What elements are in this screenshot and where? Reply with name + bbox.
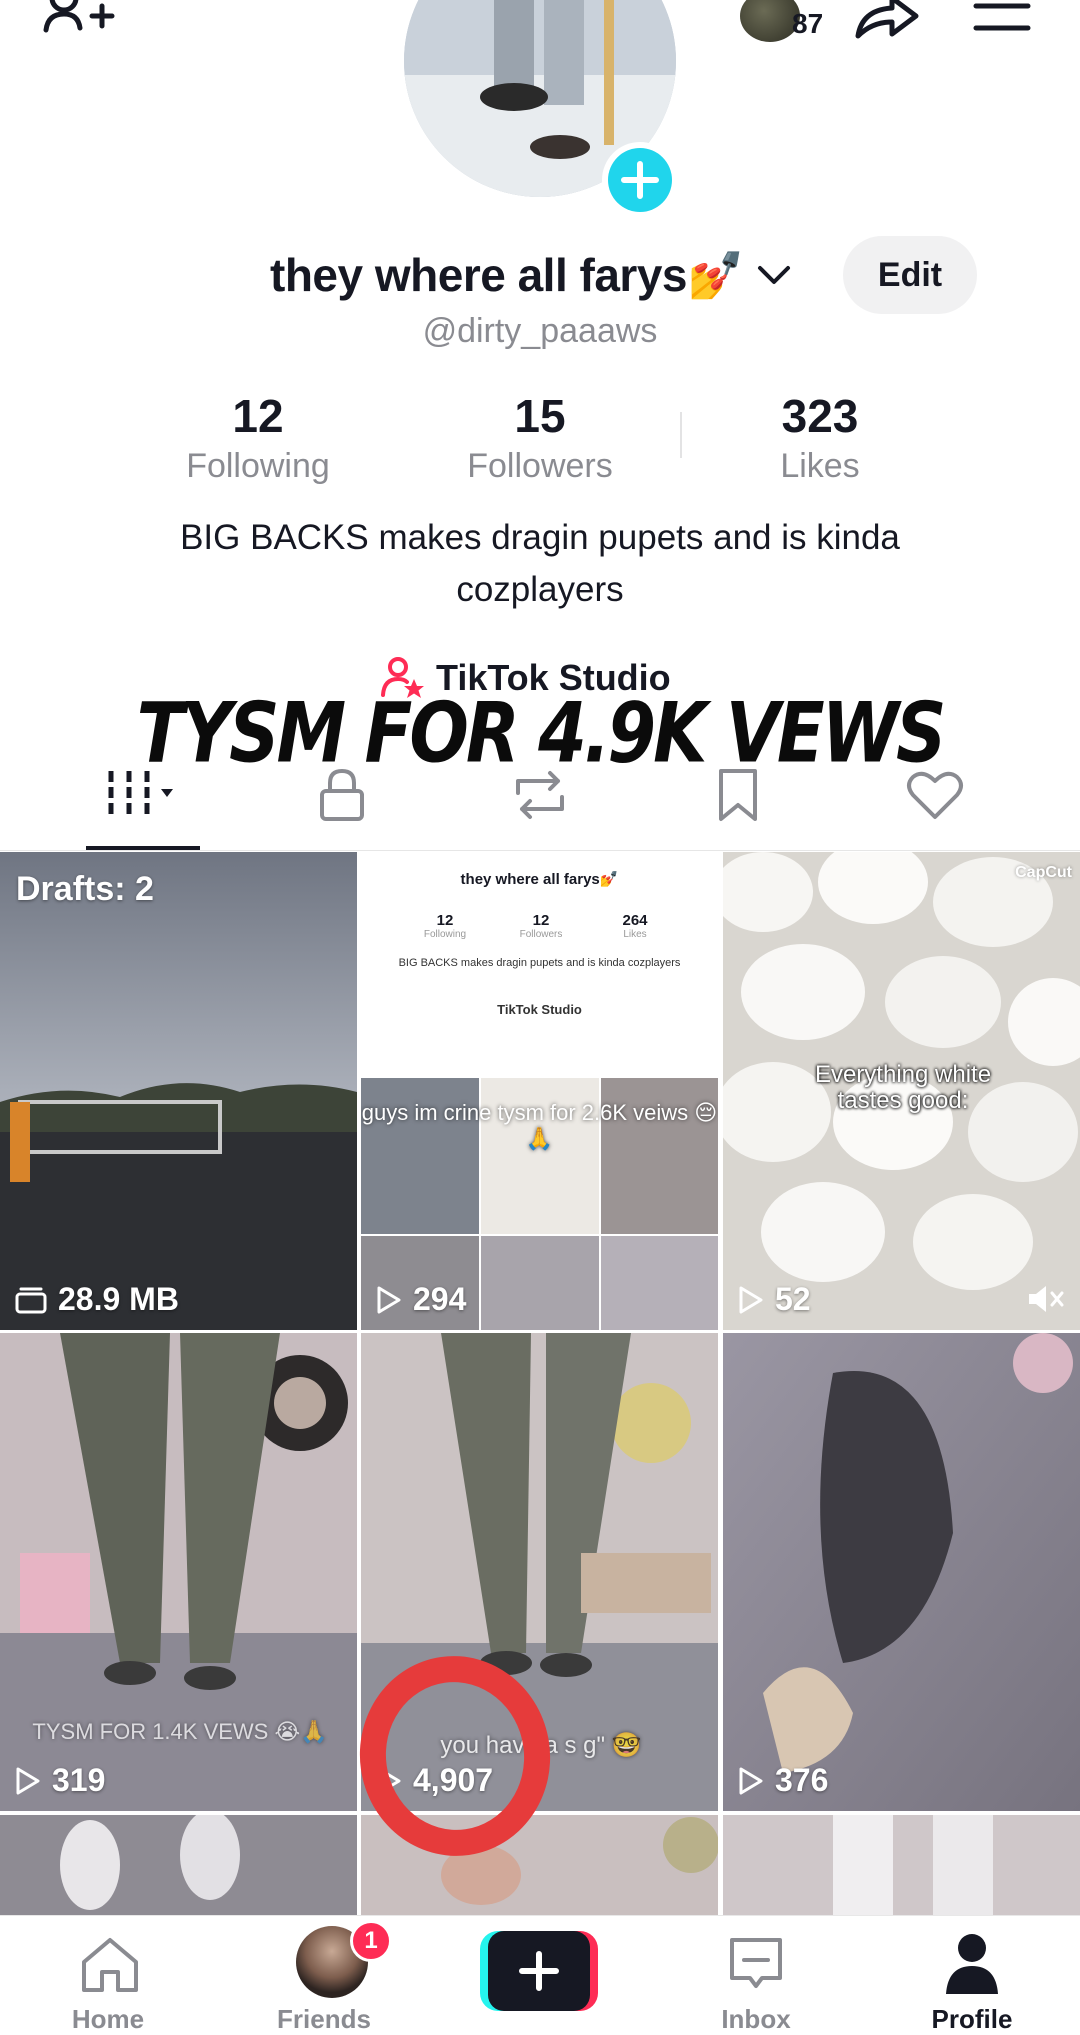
nav-inbox-label: Inbox xyxy=(721,2004,791,2034)
bottom-nav: Home 1 Friends Inbox Profile xyxy=(0,1915,1080,2034)
stat-divider xyxy=(680,412,682,458)
add-friend-icon[interactable] xyxy=(40,0,120,44)
share-icon[interactable] xyxy=(852,0,922,44)
plus-icon xyxy=(519,1951,559,1991)
home-icon xyxy=(82,1938,138,1992)
play-icon xyxy=(739,1286,763,1313)
view-count: 319 xyxy=(14,1762,105,1799)
drafts-size-value: 28.9 MB xyxy=(58,1281,179,1317)
drafts-tile[interactable]: Drafts: 2 28.9 MB xyxy=(0,852,357,1330)
chevron-down-icon[interactable] xyxy=(754,260,794,290)
display-name-row[interactable]: they where all farys💅 xyxy=(270,245,794,305)
video-tile-2[interactable]: CapCut Everything white tastes good: 52 xyxy=(723,852,1080,1330)
video-caption: Everything white tastes good: xyxy=(814,1061,992,1114)
video-tile-6[interactable] xyxy=(0,1815,357,1915)
tab-liked[interactable] xyxy=(885,760,985,830)
inbox-icon xyxy=(730,1938,782,1988)
nav-friends[interactable]: 1 Friends xyxy=(224,1916,424,2034)
nav-home-label: Home xyxy=(71,2004,145,2034)
followers-count: 15 xyxy=(514,390,566,442)
bio-line-2: cozplayers xyxy=(456,570,624,609)
mini-bio: BIG BACKS makes dragin pupets and is kin… xyxy=(398,957,681,969)
mini-following-stat: 12 Following xyxy=(423,912,467,940)
video-thumbnail xyxy=(0,1815,357,1915)
tab-private[interactable] xyxy=(292,760,392,830)
video-tile-3[interactable]: TYSM FOR 1.4K VEWS 😭🙏 319 xyxy=(0,1333,357,1811)
view-count: 52 xyxy=(737,1281,811,1318)
add-story-button[interactable] xyxy=(602,142,678,218)
mini-studio-label: TikTok Studio xyxy=(497,1002,582,1017)
drafts-size: 28.9 MB xyxy=(14,1281,179,1318)
repost-icon xyxy=(516,771,564,819)
mini-likes-stat: 264 Likes xyxy=(622,912,648,940)
view-count: 376 xyxy=(737,1762,828,1799)
play-icon xyxy=(377,1286,401,1313)
create-button[interactable] xyxy=(480,1931,598,2011)
capcut-watermark: CapCut xyxy=(1015,864,1072,881)
nav-inbox[interactable]: Inbox xyxy=(656,1916,856,2034)
menu-icon[interactable] xyxy=(972,2,1032,32)
following-stat[interactable]: 12 Following xyxy=(138,388,378,488)
video-thumbnail xyxy=(723,1815,1080,1915)
play-icon xyxy=(16,1767,40,1794)
friends-notification-badge: 1 xyxy=(350,1920,392,1962)
story-count: 87 xyxy=(792,8,824,39)
floor-thumbnail xyxy=(723,1333,1080,1811)
play-icon xyxy=(739,1767,763,1794)
video-tile-1[interactable]: they where all farys💅 12 Following 12 Fo… xyxy=(361,852,718,1330)
video-tile-8[interactable] xyxy=(723,1815,1080,1915)
tab-favorites[interactable] xyxy=(688,760,788,830)
username-handle: @dirty_paaaws xyxy=(422,312,658,350)
edit-profile-button[interactable]: Edit xyxy=(843,236,977,314)
nav-home[interactable]: Home xyxy=(8,1916,208,2034)
followers-stat[interactable]: 15 Followers xyxy=(420,388,660,488)
tab-reposts[interactable] xyxy=(490,760,590,830)
muted-icon xyxy=(1029,1286,1064,1312)
mini-display-name: they where all farys💅 xyxy=(460,871,619,888)
likes-label: Likes xyxy=(780,447,860,485)
mini-followers-stat: 12 Followers xyxy=(519,912,563,940)
story-avatar[interactable] xyxy=(740,0,800,42)
plus-icon xyxy=(621,161,659,199)
video-tile-5[interactable]: 376 xyxy=(723,1333,1080,1811)
tab-videos-grid[interactable] xyxy=(93,760,193,830)
view-count: 294 xyxy=(375,1281,466,1318)
bookmark-icon xyxy=(719,769,757,821)
drafts-stack-icon xyxy=(15,1287,47,1313)
active-tab-indicator xyxy=(86,846,200,850)
profile-bio: BIG BACKS makes dragin pupets and is kin… xyxy=(100,512,980,616)
following-label: Following xyxy=(186,447,330,485)
lock-icon xyxy=(320,768,364,821)
drafts-label: Drafts: 2 xyxy=(16,870,154,908)
bio-line-1: BIG BACKS makes dragin pupets and is kin… xyxy=(180,518,900,557)
grid-icon xyxy=(108,771,173,819)
profile-icon xyxy=(946,1934,998,1994)
likes-count: 323 xyxy=(781,390,859,442)
followers-label: Followers xyxy=(467,447,613,485)
video-caption: TYSM FOR 1.4K VEWS 😭🙏 xyxy=(32,1719,328,1744)
following-count: 12 xyxy=(232,390,284,442)
tabs-border xyxy=(0,850,1080,851)
mini-caption: guys im crine tysm for 2.6K veiws 😔🙏 xyxy=(361,1100,718,1151)
nav-profile[interactable]: Profile xyxy=(872,1916,1072,2034)
likes-stat[interactable]: 323 Likes xyxy=(700,388,940,488)
heart-icon xyxy=(907,771,963,819)
display-name: they where all farys💅 xyxy=(270,248,744,301)
drafts-thumbnail xyxy=(0,852,357,1330)
nav-friends-label: Friends xyxy=(277,2004,371,2034)
nav-profile-label: Profile xyxy=(931,2004,1013,2034)
